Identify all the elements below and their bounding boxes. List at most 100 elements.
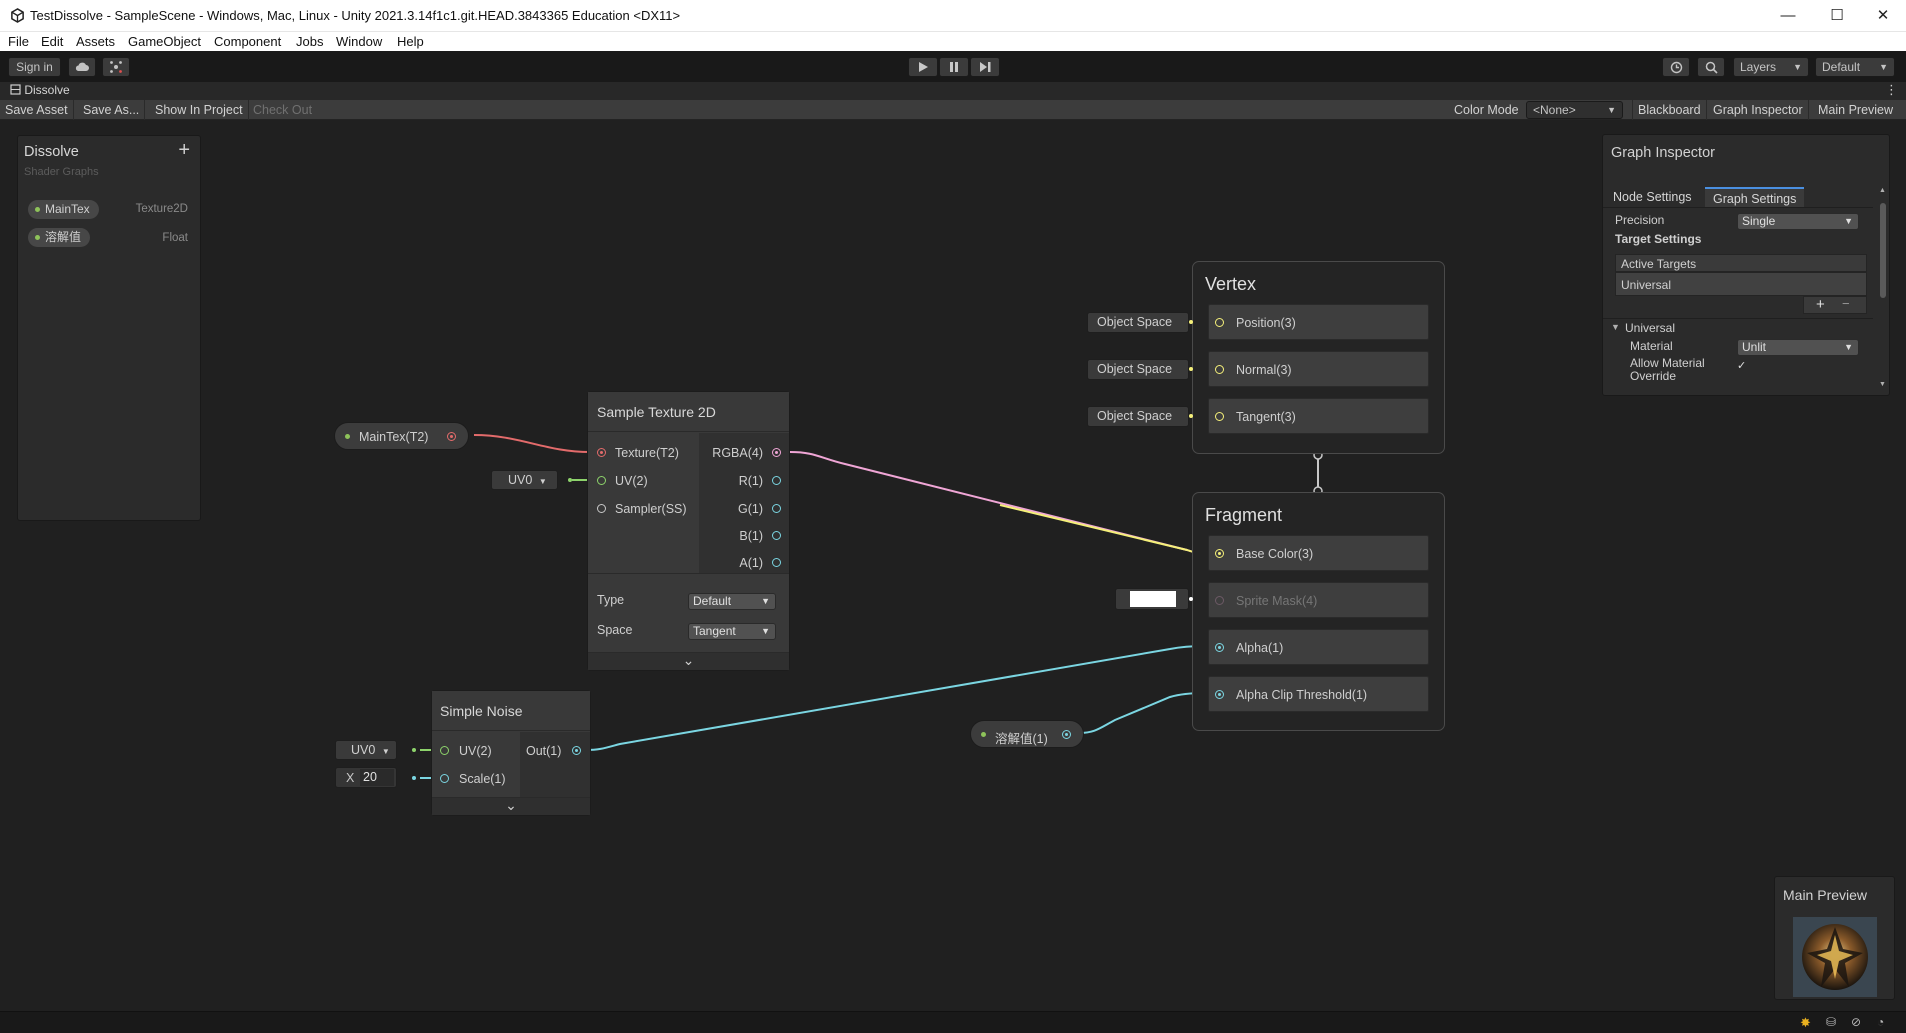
- status-bar: ✸ ⛁ ⊘ ◔: [0, 1011, 1906, 1033]
- active-target-list[interactable]: Universal: [1615, 272, 1867, 296]
- target-item[interactable]: Universal: [1621, 278, 1671, 292]
- chevron-down-icon: ▼: [1844, 342, 1853, 352]
- fragment-slot-alpha[interactable]: Alpha(1): [1208, 629, 1429, 665]
- remove-target-button[interactable]: −: [1842, 296, 1850, 311]
- noise-uv-channel[interactable]: UV0 ▼: [335, 740, 397, 760]
- base-color-port[interactable]: [1215, 549, 1224, 558]
- noise-scale-field[interactable]: X 20: [335, 767, 397, 788]
- space-value: Tangent: [693, 624, 736, 638]
- add-property-button[interactable]: +: [178, 139, 190, 162]
- bug-icon[interactable]: ✸: [1800, 1015, 1811, 1031]
- material-dropdown[interactable]: Unlit ▼: [1737, 339, 1859, 356]
- tab-node-settings[interactable]: Node Settings: [1605, 187, 1700, 207]
- color-dot-icon: [1189, 597, 1193, 601]
- b-out-port[interactable]: [772, 531, 781, 540]
- inspector-scrollbar[interactable]: ▲ ▼: [1879, 187, 1887, 391]
- expand-preview-button[interactable]: ⌄: [588, 652, 789, 670]
- vertex-context[interactable]: Vertex Position(3) Normal(3) Tangent(3): [1192, 261, 1445, 454]
- r-out-port[interactable]: [772, 476, 781, 485]
- progress-icon[interactable]: ◔: [1877, 1015, 1884, 1029]
- sample-uv-channel[interactable]: UV0 ▼: [491, 470, 558, 490]
- scale-value[interactable]: 20: [360, 769, 394, 786]
- vertex-slot-position[interactable]: Position(3): [1208, 304, 1429, 340]
- input-label: UV(2): [615, 474, 648, 488]
- type-label: Type: [597, 593, 625, 607]
- sampler-in-port[interactable]: [597, 504, 606, 513]
- scroll-up-icon[interactable]: ▲: [1879, 187, 1886, 194]
- normal-port[interactable]: [1215, 365, 1224, 374]
- node-header: Sample Texture 2D: [588, 392, 789, 432]
- space-dropdown[interactable]: Tangent ▼: [688, 623, 776, 640]
- target-settings-heading: Target Settings: [1615, 232, 1702, 246]
- slot-label: Position(3): [1236, 316, 1296, 330]
- g-out-port[interactable]: [772, 504, 781, 513]
- output-label: A(1): [739, 556, 763, 570]
- node-title: Simple Noise: [440, 703, 523, 719]
- database-icon[interactable]: ⛁: [1826, 1015, 1836, 1029]
- sample-texture-2d-node[interactable]: Sample Texture 2D Texture(T2) UV(2) Samp…: [587, 391, 790, 671]
- dissolve-property-node[interactable]: 溶解值(1): [970, 720, 1084, 748]
- uv-channel-value: UV0: [508, 473, 533, 487]
- texture-out-port[interactable]: [447, 432, 456, 441]
- property-pill-maintex[interactable]: MainTex: [28, 200, 99, 219]
- fragment-slot-alpha-clip[interactable]: Alpha Clip Threshold(1): [1208, 676, 1429, 712]
- normal-space-field[interactable]: Object Space: [1087, 359, 1189, 380]
- output-label: G(1): [738, 502, 763, 516]
- allow-override-label: Allow Material Override: [1630, 356, 1705, 383]
- cache-server-icon[interactable]: ⊘: [1851, 1015, 1861, 1029]
- color-swatch[interactable]: [1130, 591, 1176, 607]
- scroll-down-icon[interactable]: ▼: [1879, 381, 1886, 388]
- slot-label: Base Color(3): [1236, 547, 1314, 561]
- preview-title: Main Preview: [1783, 887, 1868, 903]
- slot-label: Normal(3): [1236, 363, 1292, 377]
- property-dot-icon: [345, 434, 350, 439]
- blackboard-panel: Dissolve Shader Graphs + MainTex Texture…: [17, 135, 201, 521]
- active-targets-label: Active Targets: [1621, 257, 1697, 271]
- alpha-port[interactable]: [1215, 643, 1224, 652]
- noise-uv-in-port[interactable]: [440, 746, 449, 755]
- add-target-button[interactable]: +: [1816, 296, 1825, 313]
- main-preview-panel[interactable]: Main Preview: [1774, 876, 1895, 1000]
- noise-out-port[interactable]: [572, 746, 581, 755]
- allow-override-checkbox[interactable]: ✓: [1737, 360, 1749, 372]
- sprite-mask-color-field[interactable]: [1115, 588, 1189, 610]
- uv-in-port[interactable]: [597, 476, 606, 485]
- scrollbar-thumb[interactable]: [1880, 203, 1886, 298]
- type-dropdown[interactable]: Default ▼: [688, 593, 776, 610]
- output-label: B(1): [739, 529, 763, 543]
- dissolve-out-port[interactable]: [1062, 730, 1071, 739]
- output-label: RGBA(4): [712, 446, 763, 460]
- fragment-slot-sprite-mask[interactable]: Sprite Mask(4): [1208, 582, 1429, 618]
- type-value: Default: [693, 594, 732, 608]
- fragment-slot-base-color[interactable]: Base Color(3): [1208, 535, 1429, 571]
- property-dot-icon: [981, 732, 986, 737]
- sprite-mask-port[interactable]: [1215, 596, 1224, 605]
- material-label: Material: [1630, 339, 1673, 353]
- maintex-property-node[interactable]: MainTex(T2): [334, 422, 469, 450]
- noise-scale-in-port[interactable]: [440, 774, 449, 783]
- chevron-down-icon: ▼: [381, 747, 390, 756]
- property-pill-dissolve[interactable]: 溶解值: [28, 228, 91, 247]
- position-space-field[interactable]: Object Space: [1087, 312, 1189, 333]
- fragment-context[interactable]: Fragment Base Color(3) Sprite Mask(4) Al…: [1192, 492, 1445, 731]
- alpha-clip-port[interactable]: [1215, 690, 1224, 699]
- preview-render-image[interactable]: [1793, 917, 1877, 997]
- foldout-arrow-icon[interactable]: ▼: [1611, 322, 1620, 332]
- vertex-slot-tangent[interactable]: Tangent(3): [1208, 398, 1429, 434]
- simple-noise-node[interactable]: Simple Noise UV(2) Scale(1) Out(1) ⌄: [431, 690, 591, 816]
- a-out-port[interactable]: [772, 558, 781, 567]
- expand-preview-button[interactable]: ⌄: [432, 797, 590, 815]
- position-port[interactable]: [1215, 318, 1224, 327]
- tab-graph-settings[interactable]: Graph Settings: [1705, 187, 1805, 207]
- vec3-dot-icon: [1189, 414, 1193, 418]
- chevron-down-icon: ▼: [761, 626, 770, 636]
- universal-section-label[interactable]: Universal: [1625, 321, 1675, 335]
- property-type: Float: [162, 232, 188, 244]
- vertex-slot-normal[interactable]: Normal(3): [1208, 351, 1429, 387]
- context-title: Fragment: [1205, 505, 1283, 525]
- texture-in-port[interactable]: [597, 448, 606, 457]
- rgba-out-port[interactable]: [772, 448, 781, 457]
- tangent-space-field[interactable]: Object Space: [1087, 406, 1189, 427]
- tangent-port[interactable]: [1215, 412, 1224, 421]
- precision-dropdown[interactable]: Single ▼: [1737, 213, 1859, 230]
